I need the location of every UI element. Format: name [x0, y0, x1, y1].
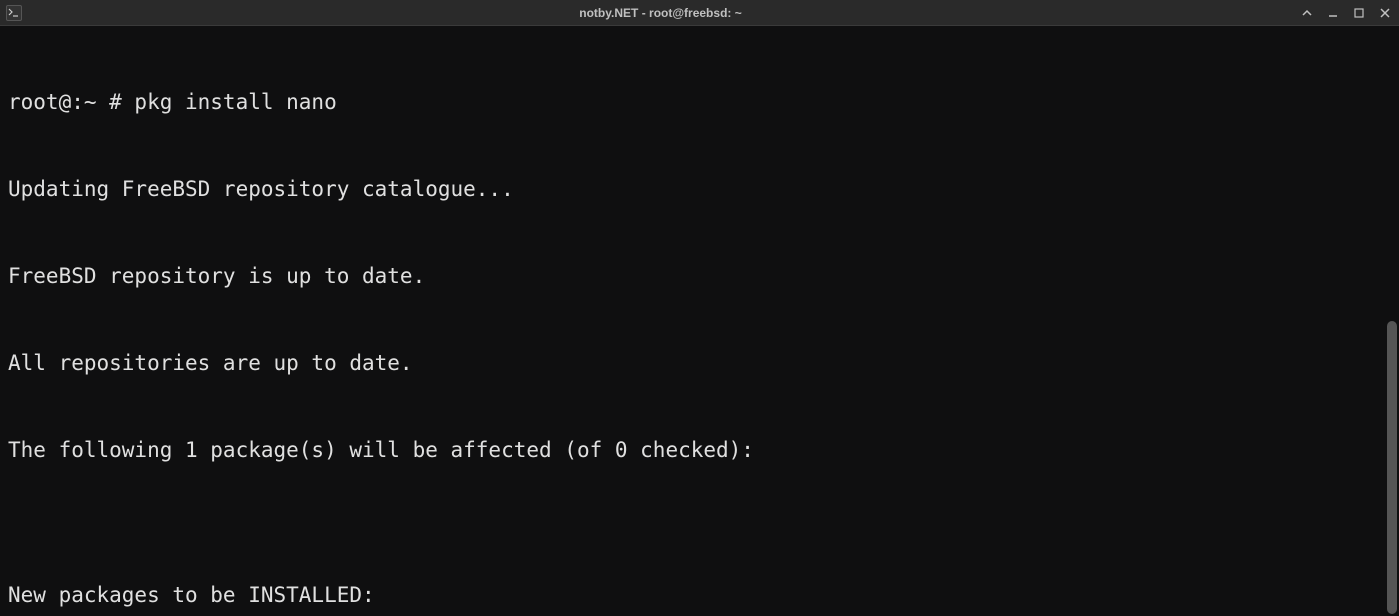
window-controls [1299, 5, 1393, 21]
window-title: notby.NET - root@freebsd: ~ [22, 6, 1299, 20]
titlebar-left [6, 5, 22, 21]
scrollbar[interactable] [1387, 28, 1397, 614]
terminal-line: root@:~ # pkg install nano [8, 88, 1391, 117]
close-button[interactable] [1377, 5, 1393, 21]
maximize-button[interactable] [1351, 5, 1367, 21]
scrollbar-thumb[interactable] [1387, 321, 1397, 614]
terminal[interactable]: root@:~ # pkg install nano Updating Free… [0, 26, 1399, 616]
titlebar: notby.NET - root@freebsd: ~ [0, 0, 1399, 26]
terminal-line: All repositories are up to date. [8, 349, 1391, 378]
terminal-line: Updating FreeBSD repository catalogue... [8, 175, 1391, 204]
terminal-line: The following 1 package(s) will be affec… [8, 436, 1391, 465]
terminal-line: FreeBSD repository is up to date. [8, 262, 1391, 291]
minimize-button[interactable] [1325, 5, 1341, 21]
rollup-button[interactable] [1299, 5, 1315, 21]
terminal-line: New packages to be INSTALLED: [8, 581, 1391, 610]
terminal-icon [6, 5, 22, 21]
